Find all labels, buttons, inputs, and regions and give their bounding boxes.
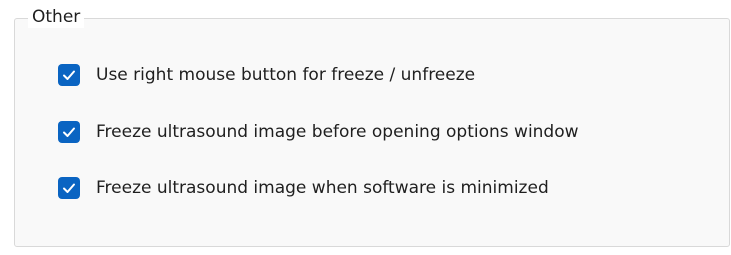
- option-label: Freeze ultrasound image before opening o…: [96, 122, 579, 142]
- group-title: Other: [28, 6, 85, 28]
- check-icon: [63, 183, 75, 193]
- option-freeze-when-minimized[interactable]: Freeze ultrasound image when software is…: [58, 175, 549, 201]
- options-panel: Other Use right mouse button for freeze …: [0, 0, 731, 255]
- check-icon: [63, 70, 75, 80]
- option-label: Freeze ultrasound image when software is…: [96, 178, 549, 198]
- freeze-when-minimized-checkbox[interactable]: [58, 177, 80, 199]
- option-freeze-before-options[interactable]: Freeze ultrasound image before opening o…: [58, 119, 579, 145]
- right-mouse-freeze-checkbox[interactable]: [58, 64, 80, 86]
- freeze-before-options-checkbox[interactable]: [58, 121, 80, 143]
- check-icon: [63, 127, 75, 137]
- option-right-mouse-freeze[interactable]: Use right mouse button for freeze / unfr…: [58, 62, 475, 88]
- option-label: Use right mouse button for freeze / unfr…: [96, 65, 476, 85]
